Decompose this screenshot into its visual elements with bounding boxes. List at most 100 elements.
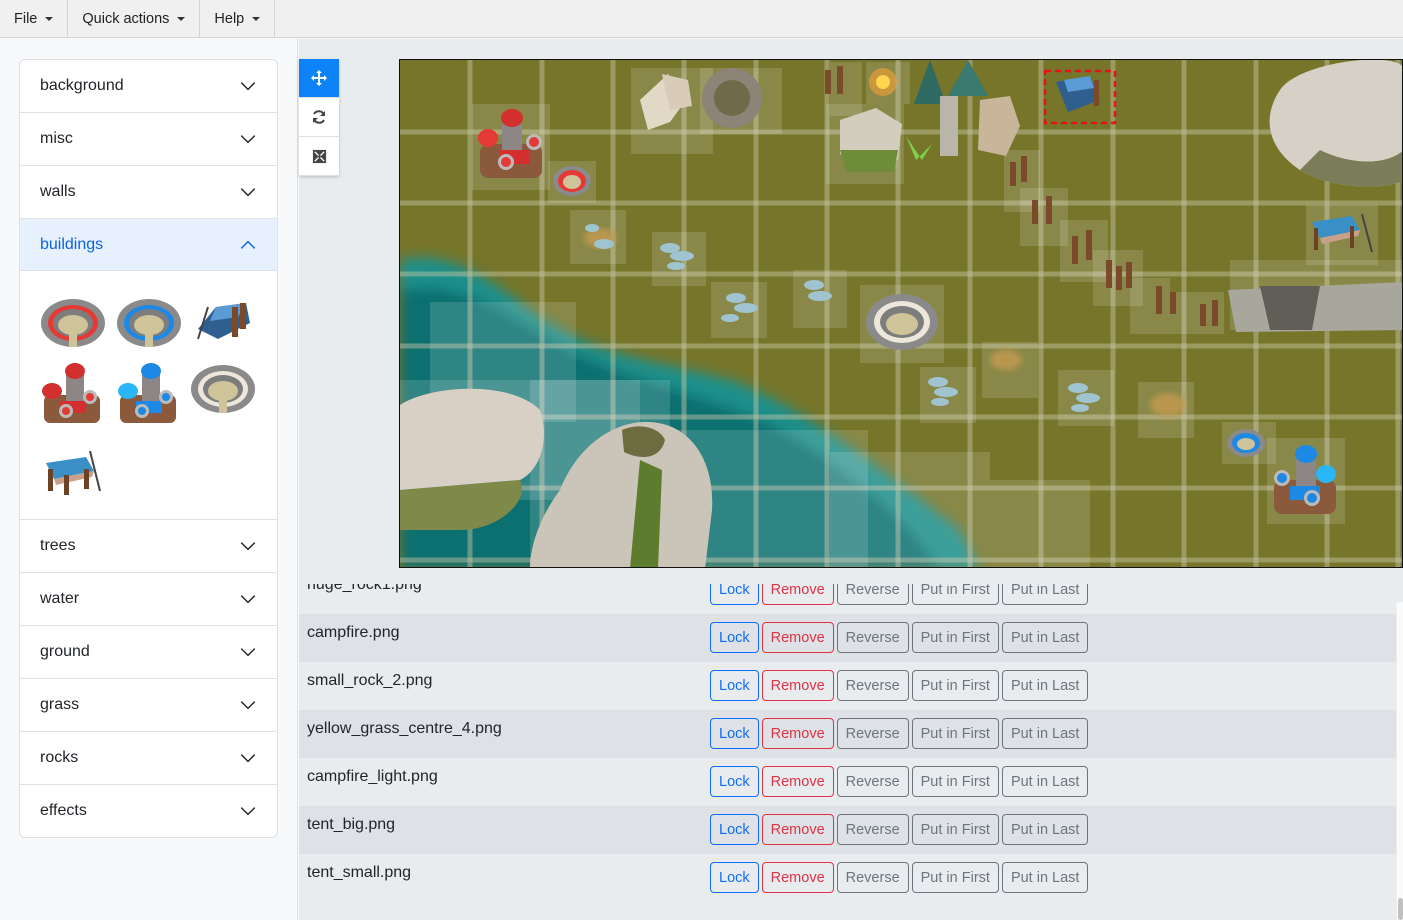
category-header-rocks[interactable]: rocks bbox=[20, 732, 277, 784]
remove-button[interactable]: Remove bbox=[761, 814, 834, 845]
caret-down-icon bbox=[45, 17, 54, 21]
remove-button[interactable]: Remove bbox=[761, 766, 834, 797]
menu-help[interactable]: Help bbox=[200, 0, 276, 38]
caret-down-icon bbox=[177, 17, 186, 21]
layer-row[interactable]: small_rock_2.png Lock Remove Reverse Put… bbox=[299, 662, 1396, 710]
lock-button[interactable]: Lock bbox=[710, 862, 759, 893]
reverse-button[interactable]: Reverse bbox=[836, 814, 909, 845]
menu-quick-actions[interactable]: Quick actions bbox=[68, 0, 201, 38]
asset-thumb-tent-small[interactable] bbox=[38, 441, 108, 497]
rotate-icon bbox=[313, 110, 325, 124]
category-label: misc bbox=[40, 130, 73, 147]
put-in-last-button[interactable]: Put in Last bbox=[1001, 622, 1089, 653]
category-label: water bbox=[40, 590, 80, 607]
scrollbar-thumb[interactable] bbox=[1398, 898, 1403, 920]
layer-row[interactable]: huge_rock1.png Lock Remove Reverse Put i… bbox=[299, 584, 1396, 614]
layer-row[interactable]: tent_small.png Lock Remove Reverse Put i… bbox=[299, 854, 1396, 902]
lock-button[interactable]: Lock bbox=[710, 584, 759, 605]
put-in-last-button[interactable]: Put in Last bbox=[1001, 584, 1089, 605]
menu-file[interactable]: File bbox=[0, 0, 69, 38]
scale-tool-button[interactable] bbox=[299, 137, 339, 176]
lock-button[interactable]: Lock bbox=[710, 718, 759, 749]
remove-button[interactable]: Remove bbox=[761, 622, 834, 653]
category-header-grass[interactable]: grass bbox=[20, 679, 277, 731]
layer-name: small_rock_2.png bbox=[307, 672, 433, 689]
buildings-asset-grid bbox=[20, 271, 277, 519]
reverse-button[interactable]: Reverse bbox=[836, 622, 909, 653]
category-header-water[interactable]: water bbox=[20, 573, 277, 625]
layer-row[interactable]: campfire.png Lock Remove Reverse Put in … bbox=[299, 614, 1396, 662]
put-in-first-button[interactable]: Put in First bbox=[911, 670, 999, 701]
category-label: effects bbox=[40, 802, 87, 819]
category-label: grass bbox=[40, 696, 80, 713]
put-in-first-button[interactable]: Put in First bbox=[911, 718, 999, 749]
campfire-object[interactable] bbox=[869, 68, 897, 96]
layer-row[interactable]: campfire_light.png Lock Remove Reverse P… bbox=[299, 758, 1396, 806]
put-in-last-button[interactable]: Put in Last bbox=[1001, 670, 1089, 701]
chevron-down-icon bbox=[240, 82, 256, 91]
category-header-trees[interactable]: trees bbox=[20, 520, 277, 572]
rotate-tool-button[interactable] bbox=[299, 98, 339, 137]
layer-row[interactable]: tent_big.png Lock Remove Reverse Put in … bbox=[299, 806, 1396, 854]
category-ground: ground bbox=[20, 626, 277, 679]
asset-thumb-red-castle[interactable] bbox=[38, 361, 108, 431]
category-header-buildings[interactable]: buildings bbox=[20, 219, 277, 271]
cliff-shadow bbox=[1260, 286, 1320, 330]
category-label: trees bbox=[40, 537, 76, 554]
chevron-down-icon bbox=[240, 807, 256, 816]
red-arena-object[interactable] bbox=[553, 166, 591, 196]
asset-thumb-blue-castle[interactable] bbox=[114, 361, 184, 431]
put-in-first-button[interactable]: Put in First bbox=[911, 766, 999, 797]
category-header-ground[interactable]: ground bbox=[20, 626, 277, 678]
category-buildings: buildings bbox=[20, 219, 277, 520]
category-header-effects[interactable]: effects bbox=[20, 785, 277, 837]
blue-arena-object[interactable] bbox=[1227, 429, 1265, 457]
reverse-button[interactable]: Reverse bbox=[836, 670, 909, 701]
remove-button[interactable]: Remove bbox=[761, 670, 834, 701]
chevron-down-icon bbox=[240, 648, 256, 657]
asset-thumb-red-arena[interactable] bbox=[38, 295, 108, 351]
layer-list-scrollbar[interactable] bbox=[1396, 602, 1403, 920]
neutral-arena-object[interactable] bbox=[866, 294, 938, 350]
asset-thumb-neutral-arena[interactable] bbox=[188, 361, 258, 417]
put-in-first-button[interactable]: Put in First bbox=[911, 862, 999, 893]
put-in-last-button[interactable]: Put in Last bbox=[1001, 718, 1089, 749]
chevron-up-icon bbox=[240, 240, 256, 249]
map-scene[interactable] bbox=[400, 60, 1403, 568]
layer-name: campfire.png bbox=[307, 624, 400, 641]
menu-bar: File Quick actions Help bbox=[0, 0, 1403, 38]
reverse-button[interactable]: Reverse bbox=[836, 718, 909, 749]
remove-button[interactable]: Remove bbox=[761, 862, 834, 893]
remove-button[interactable]: Remove bbox=[761, 718, 834, 749]
chevron-down-icon bbox=[240, 135, 256, 144]
put-in-first-button[interactable]: Put in First bbox=[911, 622, 999, 653]
put-in-first-button[interactable]: Put in First bbox=[911, 584, 999, 605]
reverse-button[interactable]: Reverse bbox=[836, 862, 909, 893]
asset-thumb-tent-big[interactable] bbox=[188, 293, 258, 349]
asset-thumb-blue-arena[interactable] bbox=[114, 295, 184, 351]
layer-name: tent_small.png bbox=[307, 864, 412, 881]
lock-button[interactable]: Lock bbox=[710, 670, 759, 701]
lock-button[interactable]: Lock bbox=[710, 814, 759, 845]
put-in-first-button[interactable]: Put in First bbox=[911, 814, 999, 845]
lock-button[interactable]: Lock bbox=[710, 622, 759, 653]
lock-button[interactable]: Lock bbox=[710, 766, 759, 797]
reverse-button[interactable]: Reverse bbox=[836, 766, 909, 797]
caret-down-icon bbox=[252, 17, 261, 21]
put-in-last-button[interactable]: Put in Last bbox=[1001, 766, 1089, 797]
remove-button[interactable]: Remove bbox=[761, 584, 834, 605]
category-water: water bbox=[20, 573, 277, 626]
move-arrows-icon bbox=[311, 70, 327, 86]
move-tool-button[interactable] bbox=[299, 59, 339, 98]
category-header-background[interactable]: background bbox=[20, 60, 277, 112]
put-in-last-button[interactable]: Put in Last bbox=[1001, 862, 1089, 893]
category-grass: grass bbox=[20, 679, 277, 732]
put-in-last-button[interactable]: Put in Last bbox=[1001, 814, 1089, 845]
category-header-misc[interactable]: misc bbox=[20, 113, 277, 165]
reverse-button[interactable]: Reverse bbox=[836, 584, 909, 605]
layer-row[interactable]: yellow_grass_centre_4.png Lock Remove Re… bbox=[299, 710, 1396, 758]
map-canvas[interactable] bbox=[399, 59, 1403, 568]
category-trees: trees bbox=[20, 520, 277, 573]
layer-actions: Lock Remove Reverse Put in First Put in … bbox=[710, 622, 1089, 653]
category-header-walls[interactable]: walls bbox=[20, 166, 277, 218]
